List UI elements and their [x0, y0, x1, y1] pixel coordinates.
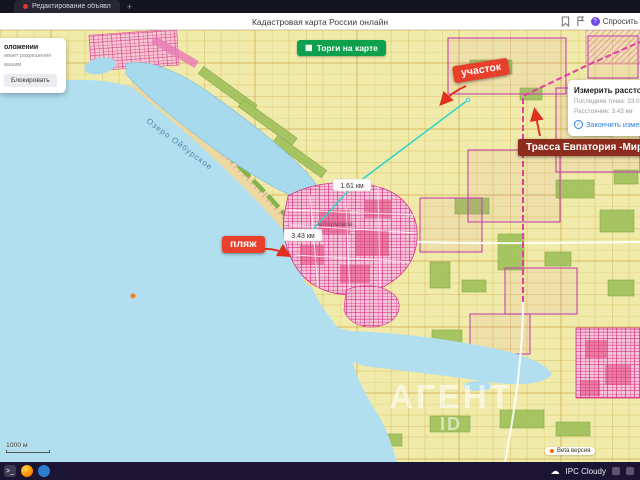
check-circle-icon: ✓	[574, 120, 583, 129]
tray-icon-1[interactable]	[612, 467, 620, 475]
scale-label: 1000 м	[6, 442, 28, 449]
beta-label: Beta версия	[557, 448, 591, 454]
popup-text-1: ивает разрешение	[4, 53, 52, 59]
town-name-label: Штормовое	[318, 221, 353, 228]
pond	[464, 381, 492, 391]
tray-icon-2[interactable]	[626, 467, 634, 475]
measure-distance-value: Расстояние: 3.43 км	[574, 108, 633, 115]
grid-icon: ▦	[305, 43, 313, 52]
system-taskbar: >_ ☁ IPC Cloudy	[0, 462, 640, 480]
orange-marker[interactable]	[130, 293, 136, 299]
tab-title: Редактирование объявл	[32, 3, 111, 10]
measure-distance-panel: Измерить расстояние Последняя точка: 33.…	[568, 80, 640, 136]
beta-dot-icon	[550, 449, 554, 453]
page-title: Кадастровая карта России онлайн	[251, 17, 389, 27]
new-tab-button[interactable]: +	[120, 0, 139, 13]
measure-badge-near: 3.43 км	[291, 233, 315, 240]
scale-bar	[6, 450, 50, 453]
town-coastal	[343, 285, 400, 328]
cadastral-map[interactable]: 1.61 км 3.43 км Озеро Ойбурское Штормово…	[0, 30, 640, 462]
taskbar-tray: ☁ IPC Cloudy	[551, 466, 640, 477]
header-actions: ? Спросить	[561, 15, 638, 28]
ask-button[interactable]: ? Спросить	[590, 17, 638, 26]
browser-tabbar: Редактирование объявл +	[0, 0, 640, 13]
browser-window: Редактирование объявл + Кадастровая карт…	[0, 0, 640, 480]
auction-label: Торги на карте	[316, 43, 378, 53]
finish-measure-link[interactable]: ✓ Закончить измерение	[574, 120, 640, 129]
measure-last-point: Последняя точка: 33.07...	[574, 98, 640, 105]
annotation-beach: пляж	[222, 236, 265, 253]
hatched-zone	[585, 30, 640, 65]
measure-title: Измерить расстояние	[574, 86, 640, 95]
beta-badge[interactable]: Beta версия	[545, 447, 596, 455]
cloud-icon: ☁	[550, 465, 560, 476]
flag-icon[interactable]	[576, 16, 585, 27]
map-viewport[interactable]: 1.61 км 3.43 км Озеро Ойбурское Штормово…	[0, 30, 640, 462]
browser-tab[interactable]: Редактирование объявл	[14, 0, 120, 13]
measure-badge-far: 1.61 км	[340, 183, 364, 190]
weather-label[interactable]: IPC Cloudy	[566, 467, 606, 476]
recording-dot-icon	[23, 4, 28, 9]
map-scale: 1000 м	[6, 442, 50, 453]
site-header: Кадастровая карта России онлайн ? Спроси…	[0, 13, 640, 30]
popup-text-2: вашим	[4, 61, 22, 68]
app-launcher-icon[interactable]: >_	[4, 465, 16, 477]
bookmark-icon[interactable]	[561, 16, 570, 27]
firefox-icon[interactable]	[21, 465, 33, 477]
chat-icon: ?	[590, 17, 600, 26]
annotation-highway: Трасса Евпатория -Мирный	[518, 139, 640, 156]
popup-title: оложении	[4, 44, 39, 51]
ask-label: Спросить	[602, 17, 638, 26]
geolocation-popup: оложении ивает разрешение вашим Блокиров…	[0, 38, 66, 93]
files-app-icon[interactable]	[38, 465, 50, 477]
taskbar-apps: >_	[0, 465, 50, 477]
finish-measure-label: Закончить измерение	[586, 120, 640, 129]
block-button[interactable]: Блокировать	[4, 73, 57, 87]
auction-on-map-button[interactable]: ▦ Торги на карте	[297, 40, 386, 56]
